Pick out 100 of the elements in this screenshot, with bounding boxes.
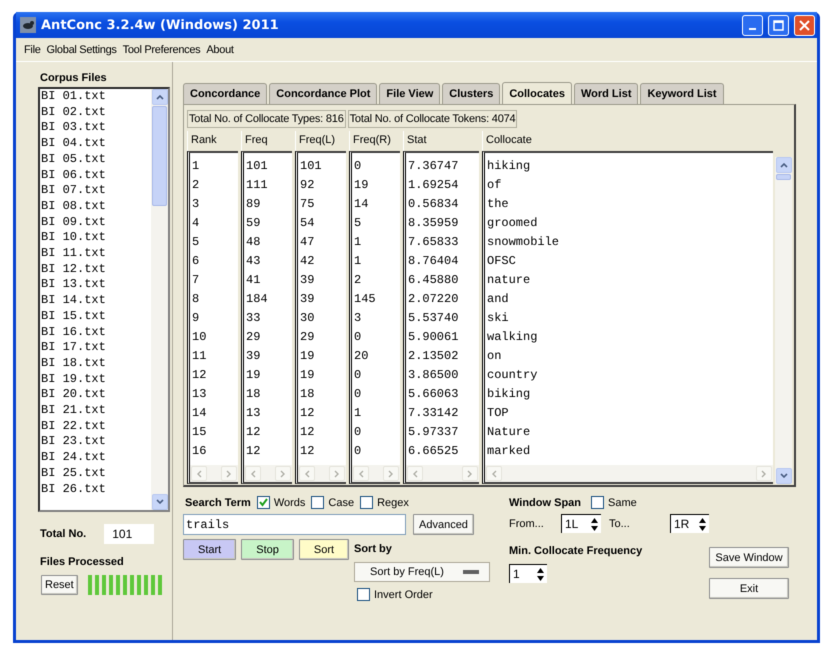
table-cell-text: OFSC (487, 253, 517, 270)
list-entry[interactable]: BI 05.txt (41, 152, 151, 168)
list-entry[interactable]: BI 18.txt (41, 356, 151, 372)
scroll-left-button[interactable] (191, 466, 207, 481)
list-entry[interactable]: BI 15.txt (41, 308, 151, 325)
list-entry[interactable]: BI 26.txt (41, 482, 151, 498)
list-entry[interactable]: BI 07.txt (41, 183, 151, 199)
list-entry[interactable]: BI 22.txt (41, 418, 151, 434)
list-entry[interactable]: BI 13.txt (41, 277, 151, 294)
list-entry[interactable]: BI 17.txt (41, 340, 151, 356)
checkbox[interactable]: Invert Order (357, 588, 433, 601)
list-entry[interactable]: BI 12.txt (41, 262, 151, 278)
horizontal-scrollbar[interactable] (485, 465, 773, 482)
list-entry[interactable]: BI 25.txt (41, 466, 151, 482)
horizontal-scrollbar[interactable] (406, 465, 479, 482)
list-entry[interactable]: BI 20.txt (41, 387, 151, 404)
table-cell-text: 39 (300, 291, 316, 308)
table-cell-text: 2 (192, 177, 200, 194)
list-entry[interactable]: BI 02.txt (41, 104, 151, 120)
tab[interactable]: Clusters (442, 83, 500, 104)
spinner-arrows-icon[interactable] (590, 516, 599, 532)
list-entry[interactable]: BI 21.txt (41, 403, 151, 419)
scroll-right-button[interactable] (221, 466, 237, 481)
frequency-spinner[interactable]: 1 (509, 564, 547, 583)
horizontal-scrollbar[interactable] (352, 465, 400, 482)
window-button[interactable]: Exit (709, 578, 789, 599)
tab[interactable]: Concordance (183, 83, 268, 104)
scroll-down-button[interactable] (776, 468, 792, 484)
menu-item[interactable]: About (206, 44, 234, 56)
spinner-arrows-icon[interactable] (536, 566, 545, 582)
scroll-thumb[interactable] (776, 174, 791, 180)
table-cell-text: 18 (246, 386, 262, 403)
table-cell-text: 12 (192, 367, 208, 384)
horizontal-scrollbar[interactable] (298, 465, 346, 482)
section-heading: Corpus Files (40, 72, 108, 84)
scroll-left-button[interactable] (353, 466, 369, 481)
to-spinner[interactable]: 1R (670, 514, 709, 533)
window-button[interactable]: Save Window (709, 547, 789, 568)
action-button[interactable]: Stop (241, 539, 294, 560)
list-entry[interactable]: BI 06.txt (41, 168, 151, 184)
scroll-right-button[interactable] (329, 466, 345, 481)
checkbox[interactable]: Same (591, 496, 637, 509)
list-entry[interactable]: BI 08.txt (41, 198, 151, 215)
scroll-right-button[interactable] (275, 466, 291, 481)
tab[interactable]: File View (379, 83, 440, 104)
chevron-left-icon (250, 470, 256, 478)
list-entry[interactable]: BI 24.txt (41, 450, 151, 466)
search-field[interactable]: trails (183, 514, 406, 535)
scroll-left-button[interactable] (245, 466, 261, 481)
tab[interactable]: Concordance Plot (269, 83, 378, 104)
tab[interactable]: Keyword List (640, 83, 724, 104)
table-cell-text: nature (487, 272, 532, 289)
table-cell-text: 11 (192, 348, 208, 365)
scroll-up-button[interactable] (152, 89, 168, 105)
scroll-left-button[interactable] (299, 466, 315, 481)
checkbox[interactable]: Case (311, 496, 354, 509)
list-entry[interactable]: BI 16.txt (41, 324, 151, 340)
table-cell-text: 7.36747 (408, 158, 460, 175)
tab[interactable]: Collocates (502, 82, 572, 104)
from-spinner[interactable]: 1L (561, 514, 601, 533)
list-entry[interactable]: BI 14.txt (41, 293, 151, 309)
list-entry[interactable]: BI 11.txt (41, 246, 151, 262)
list-entry[interactable]: BI 01.txt (41, 89, 151, 105)
scrollbar[interactable] (151, 89, 168, 510)
list-entry[interactable]: BI 03.txt (41, 120, 151, 136)
action-button[interactable]: Sort (298, 539, 350, 560)
list-entry[interactable]: BI 10.txt (41, 230, 151, 246)
list-entry[interactable]: BI 23.txt (41, 434, 151, 450)
table-cell-text: 18 (300, 386, 316, 403)
chevron-down-icon (780, 473, 788, 479)
menu-item[interactable]: Global Settings (46, 44, 117, 56)
sort-dropdown[interactable]: Sort by Freq(L) (354, 562, 490, 582)
scroll-down-button[interactable] (152, 494, 168, 510)
spinner-arrows-icon[interactable] (698, 516, 707, 532)
scroll-thumb[interactable] (152, 106, 167, 206)
horizontal-scrollbar[interactable] (244, 465, 292, 482)
list-entry[interactable]: BI 09.txt (41, 214, 151, 230)
list-entry[interactable]: BI 19.txt (41, 372, 151, 388)
advanced-button[interactable]: Advanced (413, 514, 474, 535)
maximize-button[interactable] (768, 14, 789, 36)
reset-button[interactable]: Reset (41, 575, 78, 595)
scroll-up-button[interactable] (776, 157, 792, 173)
minimize-button[interactable] (742, 14, 763, 36)
menu-item[interactable]: Tool Preferences (122, 44, 200, 56)
checkbox[interactable]: Words (256, 496, 306, 509)
scroll-right-button[interactable] (462, 466, 478, 481)
table-cell-text: 145 (354, 291, 377, 308)
scroll-left-button[interactable] (407, 466, 423, 481)
list-entry[interactable]: BI 04.txt (41, 136, 151, 152)
scroll-right-button[interactable] (383, 466, 399, 481)
scrollbar[interactable] (775, 157, 792, 484)
table-cell-text: 0 (354, 158, 362, 175)
tab[interactable]: Word List (574, 83, 638, 104)
scroll-left-button[interactable] (486, 466, 502, 481)
close-button[interactable] (794, 14, 815, 36)
menu-item[interactable]: File (24, 44, 41, 56)
horizontal-scrollbar[interactable] (190, 465, 238, 482)
checkbox[interactable]: Regex (360, 496, 409, 509)
action-button[interactable]: Start (183, 539, 236, 560)
table-cell-text: 92 (300, 177, 316, 194)
